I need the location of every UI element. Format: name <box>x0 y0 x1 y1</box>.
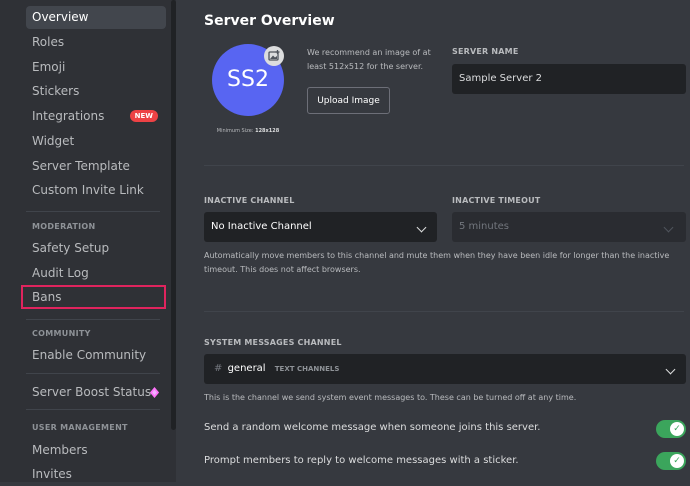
sticker-prompt-toggle[interactable]: ✓ <box>656 452 686 470</box>
sticker-prompt-toggle-label: Prompt members to reply to welcome messa… <box>204 455 519 466</box>
inactive-timeout-select[interactable]: 5 minutes <box>452 212 686 242</box>
server-name-label: SERVER NAME <box>452 47 519 56</box>
hash-icon: # <box>214 363 223 374</box>
sidebar-item-widget[interactable]: Widget <box>26 130 166 153</box>
sidebar-item-invites[interactable]: Invites <box>26 463 166 486</box>
sidebar-item-label: Custom Invite Link <box>32 183 144 197</box>
user-management-header: USER MANAGEMENT <box>32 423 128 432</box>
add-image-icon[interactable] <box>264 46 284 66</box>
sidebar-divider <box>26 211 160 212</box>
boost-gem-icon <box>149 387 160 398</box>
sidebar-item-label: Roles <box>32 35 65 49</box>
sidebar-item-integrations[interactable]: Integrations NEW <box>26 105 166 128</box>
sidebar-item-audit-log[interactable]: Audit Log <box>26 262 166 285</box>
chevron-down-icon <box>665 364 676 375</box>
sidebar-divider <box>26 319 160 320</box>
bans-highlight-box <box>21 285 166 309</box>
sidebar-item-roles[interactable]: Roles <box>26 31 166 54</box>
sidebar-item-label: Overview <box>32 10 89 24</box>
inactive-timeout-value: 5 minutes <box>459 221 510 232</box>
server-overview-panel: Server Overview SS2 Minimum Size: 128x12… <box>176 0 690 482</box>
check-icon: ✓ <box>670 422 684 436</box>
sidebar-item-enable-community[interactable]: Enable Community <box>26 344 166 367</box>
inactive-help-text: Automatically move members to this chann… <box>204 251 670 274</box>
system-help-text: This is the channel we send system event… <box>204 393 577 402</box>
sidebar-item-label: Safety Setup <box>32 241 110 255</box>
page-title: Server Overview <box>204 13 335 29</box>
chevron-down-icon <box>663 222 674 233</box>
sidebar-item-label: Stickers <box>32 84 80 98</box>
sidebar-item-label: Server Template <box>32 159 130 173</box>
sidebar-item-stickers[interactable]: Stickers <box>26 80 166 103</box>
settings-sidebar: Overview Roles Emoji Stickers Integratio… <box>0 0 176 482</box>
sidebar-item-emoji[interactable]: Emoji <box>26 56 166 79</box>
inactive-channel-select[interactable]: No Inactive Channel <box>204 212 437 242</box>
sidebar-divider <box>26 373 160 374</box>
system-channel-value: general <box>227 363 266 374</box>
channel-category: TEXT CHANNELS <box>274 365 340 373</box>
minimum-size-value: 128x128 <box>255 128 280 134</box>
upload-image-button[interactable]: Upload Image <box>307 87 390 114</box>
system-messages-channel-select[interactable]: # general TEXT CHANNELS <box>204 354 686 384</box>
server-name-input[interactable]: Sample Server 2 <box>452 64 686 94</box>
sidebar-divider <box>26 409 160 410</box>
sidebar-item-label: Widget <box>32 134 75 148</box>
welcome-message-toggle[interactable]: ✓ <box>656 420 686 438</box>
system-messages-channel-label: SYSTEM MESSAGES CHANNEL <box>204 338 342 347</box>
sidebar-item-label: Audit Log <box>32 266 89 280</box>
new-badge: NEW <box>129 110 158 122</box>
inactive-channel-label: INACTIVE CHANNEL <box>204 196 295 205</box>
moderation-header: MODERATION <box>32 222 96 231</box>
section-divider <box>204 311 684 312</box>
minimum-size-label: Minimum Size: <box>216 128 254 134</box>
welcome-message-toggle-label: Send a random welcome message when someo… <box>204 422 541 433</box>
chevron-down-icon <box>416 222 427 233</box>
sidebar-item-server-template[interactable]: Server Template <box>26 155 166 178</box>
inactive-timeout-label: INACTIVE TIMEOUT <box>452 196 541 205</box>
section-divider <box>204 165 684 166</box>
sidebar-item-label: Invites <box>32 467 72 481</box>
sidebar-item-label: Server Boost Status <box>32 385 152 399</box>
sidebar-item-custom-invite-link[interactable]: Custom Invite Link <box>26 179 166 202</box>
sidebar-item-label: Integrations <box>32 109 105 123</box>
sidebar-item-overview[interactable]: Overview <box>26 6 166 29</box>
sidebar-item-members[interactable]: Members <box>26 439 166 462</box>
sidebar-item-server-boost-status[interactable]: Server Boost Status <box>26 381 166 404</box>
image-recommendation-text: We recommend an image of at least 512x51… <box>307 48 431 71</box>
community-header: COMMUNITY <box>32 329 91 338</box>
sidebar-item-label: Emoji <box>32 60 66 74</box>
inactive-channel-value: No Inactive Channel <box>211 221 312 232</box>
sidebar-item-label: Enable Community <box>32 348 147 362</box>
minimum-size-note: Minimum Size: 128x128 <box>212 128 284 134</box>
sidebar-item-label: Members <box>32 443 88 457</box>
sidebar-item-safety-setup[interactable]: Safety Setup <box>26 237 166 260</box>
check-icon: ✓ <box>670 454 684 468</box>
